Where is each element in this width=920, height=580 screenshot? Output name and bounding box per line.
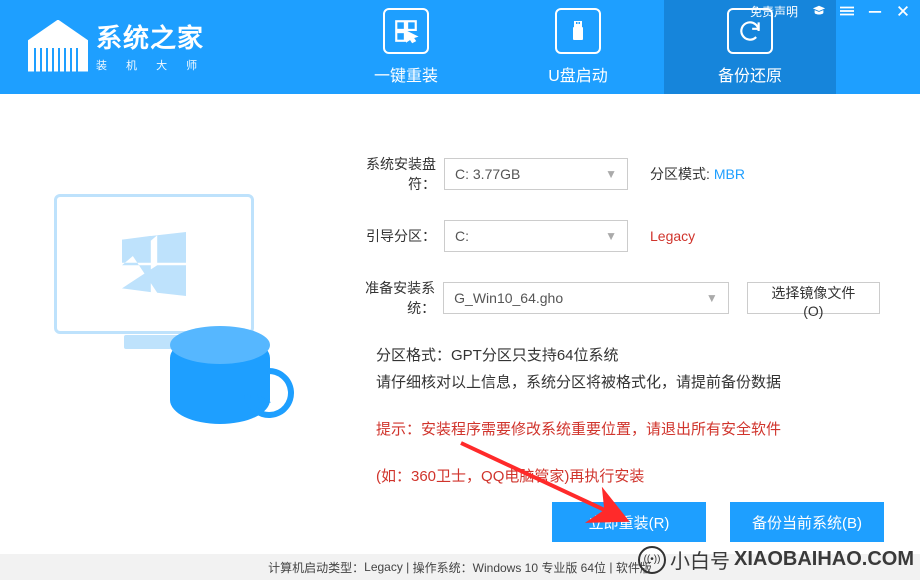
close-icon[interactable] (896, 4, 910, 18)
status-boot-type-value: Legacy (364, 560, 403, 574)
tab-reinstall[interactable]: 一键重装 (320, 0, 492, 94)
disclaimer-link[interactable]: 免责声明 (750, 3, 798, 20)
install-drive-label: 系统安装盘符： (344, 154, 436, 194)
warning-line2: (如：360卫士，QQ电脑管家)再执行安装 (376, 465, 880, 486)
choose-image-button[interactable]: 选择镜像文件(O) (747, 282, 880, 314)
chevron-down-icon: ▼ (706, 291, 718, 305)
house-logo-icon (28, 20, 88, 72)
minimize-icon[interactable] (868, 4, 882, 18)
boot-partition-value: C: (455, 228, 469, 244)
warning-line1: 提示：安装程序需要修改系统重要位置，请退出所有安全软件 (376, 418, 880, 439)
status-os-label: 操作系统： (413, 559, 473, 576)
chevron-down-icon: ▼ (605, 167, 617, 181)
windows-logo-icon (122, 232, 186, 296)
menu-icon[interactable] (840, 4, 854, 18)
install-drive-select[interactable]: C: 3.77GB ▼ (444, 158, 628, 190)
status-boot-type-label: 计算机启动类型： (268, 559, 364, 576)
illustration (40, 154, 300, 554)
brand-name: 系统之家 (96, 18, 205, 55)
tab-usb-boot[interactable]: U盘启动 (492, 0, 664, 94)
wifi-icon (638, 546, 666, 574)
chevron-down-icon: ▼ (605, 229, 617, 243)
status-os-value: Windows 10 专业版 64位 (473, 559, 606, 576)
graduation-icon[interactable] (812, 4, 826, 18)
backup-system-button[interactable]: 备份当前系统(B) (730, 502, 884, 542)
app-logo: 系统之家 装 机 大 师 (28, 18, 205, 73)
boot-partition-label: 引导分区： (344, 226, 436, 246)
brand-sub: 装 机 大 师 (96, 57, 205, 73)
usb-icon (555, 8, 601, 54)
install-drive-value: C: 3.77GB (455, 166, 520, 182)
tab-label: 一键重装 (374, 62, 438, 86)
image-select[interactable]: G_Win10_64.gho ▼ (443, 282, 729, 314)
note-verify: 请仔细核对以上信息，系统分区将被格式化，请提前备份数据 (376, 371, 880, 392)
boot-partition-select[interactable]: C: ▼ (444, 220, 628, 252)
tab-label: U盘启动 (548, 62, 608, 86)
tab-label: 备份还原 (718, 62, 782, 86)
image-value: G_Win10_64.gho (454, 290, 563, 306)
note-partition-format: 分区格式：GPT分区只支持64位系统 (376, 344, 880, 365)
boot-mode-value: Legacy (650, 228, 695, 244)
partition-mode-value: MBR (714, 166, 745, 182)
install-now-button[interactable]: 立即重装(R) (552, 502, 706, 542)
watermark: 小白号 XIAOBAIHAO.COM (638, 545, 914, 574)
window-cursor-icon (383, 8, 429, 54)
image-label: 准备安装系统： (344, 278, 435, 318)
partition-mode-label: 分区模式: (650, 164, 710, 184)
disk-restore-icon (170, 304, 290, 424)
